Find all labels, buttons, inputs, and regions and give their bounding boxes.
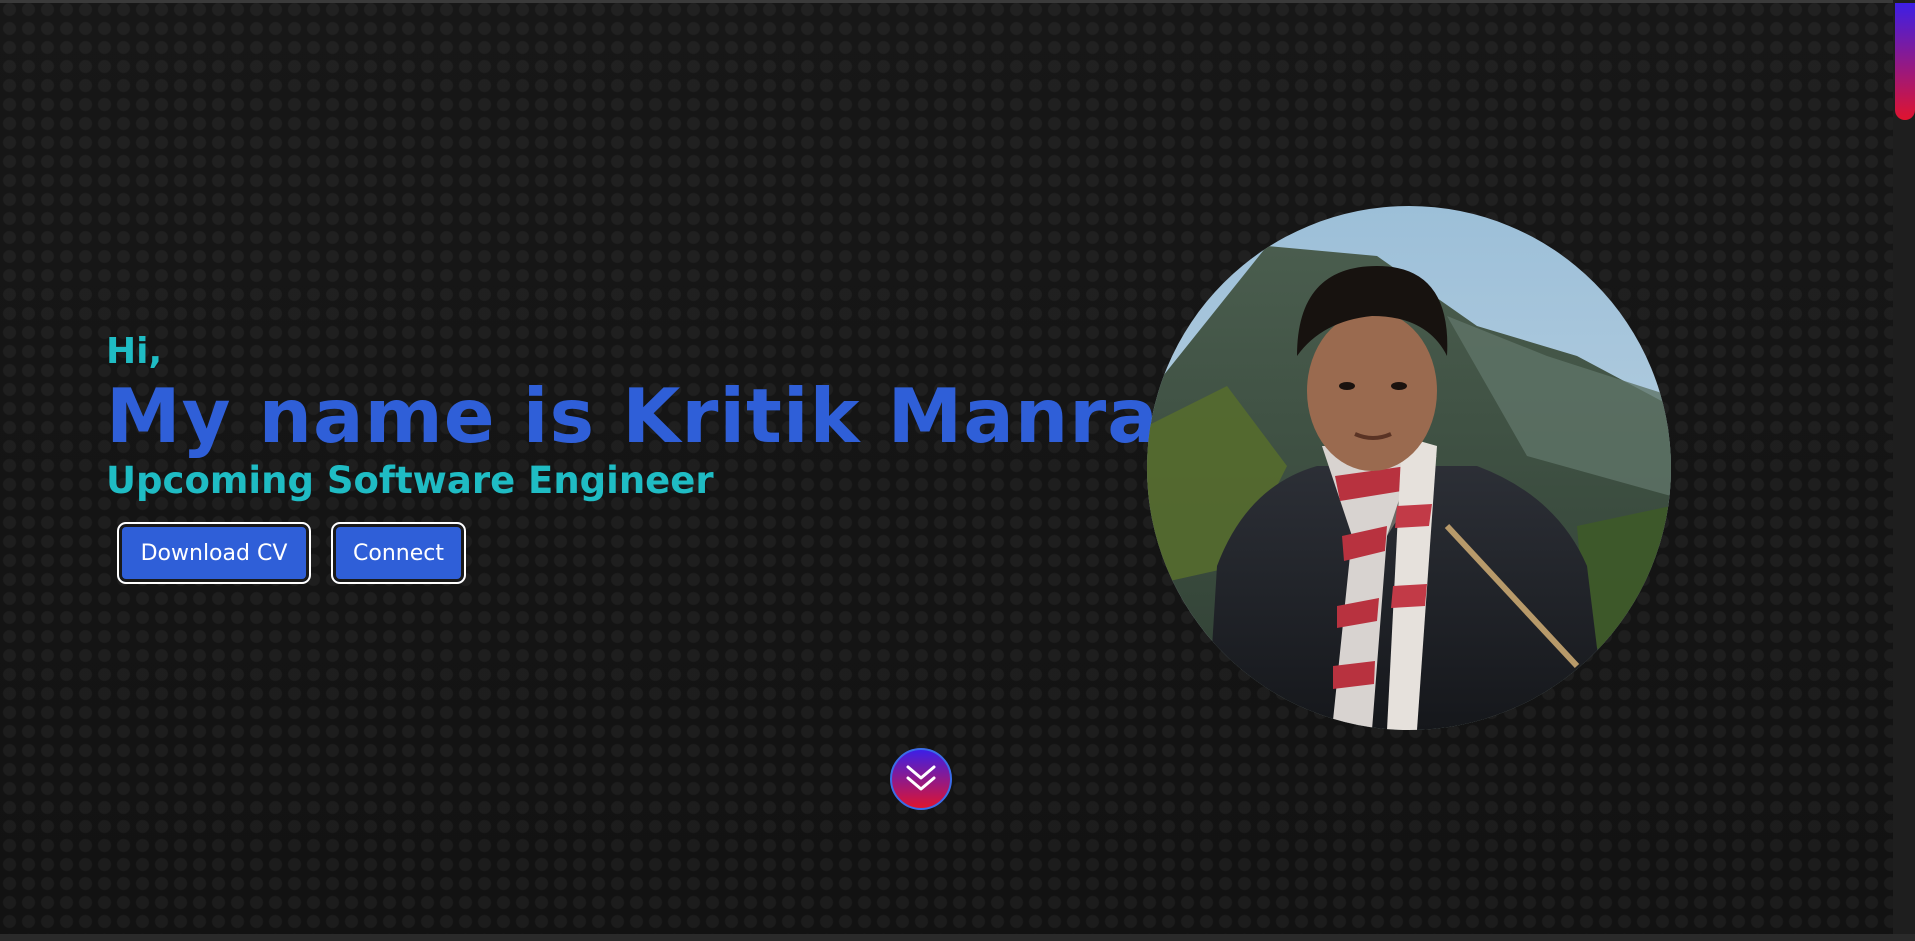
portrait-illustration: [1147, 206, 1671, 730]
hero-section: Hi, My name is Kritik Manral Upcoming So…: [106, 330, 1186, 584]
hero-name-heading: My name is Kritik Manral: [106, 372, 1186, 460]
page-scrollbar[interactable]: [1893, 0, 1915, 941]
download-cv-button[interactable]: Download CV: [117, 522, 311, 584]
page: Hi, My name is Kritik Manral Upcoming So…: [0, 0, 1915, 941]
hero-button-row: Download CV Connect: [117, 522, 1186, 584]
scroll-down-button[interactable]: [890, 748, 952, 810]
bottom-edge: [0, 934, 1915, 941]
connect-button[interactable]: Connect: [331, 522, 466, 584]
scrollbar-thumb[interactable]: [1895, 3, 1915, 120]
hero-role-subtitle: Upcoming Software Engineer: [106, 459, 714, 502]
top-edge: [0, 0, 1915, 3]
double-chevron-down-icon: [906, 765, 936, 791]
profile-portrait: [1147, 206, 1671, 730]
greeting-text: Hi,: [106, 331, 163, 372]
